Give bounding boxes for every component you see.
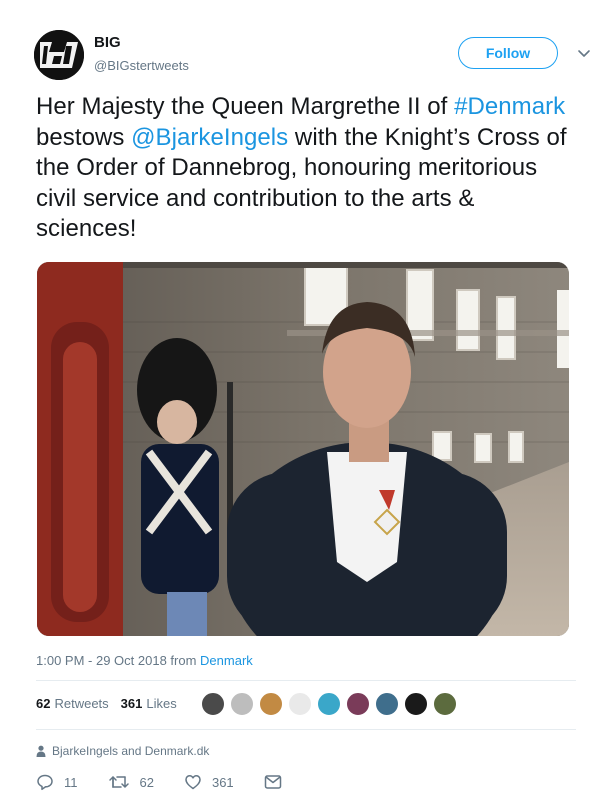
tweet-timestamp: 1:00 PM - 29 Oct 2018 from Denmark — [36, 653, 253, 668]
context-text[interactable]: BjarkeIngels and Denmark.dk — [52, 744, 209, 758]
photo-image — [37, 262, 569, 636]
liker-avatar[interactable] — [375, 692, 399, 716]
like-action[interactable]: 361 — [184, 773, 234, 791]
account-name[interactable]: BIG — [94, 34, 121, 51]
liker-avatars — [201, 691, 462, 717]
retweet-action[interactable]: 62 — [108, 773, 154, 791]
liker-avatar[interactable] — [288, 692, 312, 716]
tweet-actions: 11 62 361 — [36, 772, 322, 792]
liker-avatar[interactable] — [433, 692, 457, 716]
liker-avatar[interactable] — [404, 692, 428, 716]
likes-count: 361 — [120, 696, 143, 711]
likes-stat[interactable]: 361 Likes — [121, 696, 177, 711]
tweet-photo[interactable] — [37, 262, 569, 636]
liker-avatar[interactable] — [317, 692, 341, 716]
divider — [36, 729, 576, 730]
liker-avatar[interactable] — [346, 692, 370, 716]
tweet-header: BIG @BIGstertweets Follow — [34, 28, 594, 80]
retweets-stat[interactable]: 62 Retweets — [36, 696, 109, 711]
liker-avatar[interactable] — [201, 692, 225, 716]
chevron-down-icon[interactable] — [574, 43, 594, 63]
direct-message-action[interactable] — [264, 774, 292, 790]
retweet-icon — [108, 776, 129, 788]
divider — [36, 680, 576, 681]
tweet-text-segment: bestows — [36, 123, 132, 151]
message-icon — [264, 775, 281, 789]
reply-action[interactable]: 11 — [36, 773, 78, 791]
context-line: BjarkeIngels and Denmark.dk — [36, 744, 209, 758]
liker-avatar[interactable] — [230, 692, 254, 716]
heart-icon — [185, 775, 201, 790]
tweet-text: Her Majesty the Queen Margrethe II of #D… — [36, 92, 576, 245]
liker-avatar[interactable] — [259, 692, 283, 716]
tweet-stats: 62 Retweets 361 Likes — [36, 696, 189, 711]
hashtag-link-denmark[interactable]: #Denmark — [454, 93, 565, 120]
location-link[interactable]: Denmark — [200, 653, 253, 668]
reply-icon — [37, 774, 53, 791]
account-avatar[interactable] — [34, 30, 84, 80]
account-handle[interactable]: @BIGstertweets — [94, 58, 189, 73]
person-icon — [36, 745, 46, 757]
reply-count: 11 — [64, 774, 78, 790]
follow-button[interactable]: Follow — [458, 37, 558, 69]
retweets-count: 62 — [36, 696, 51, 711]
tweet-text-segment: Her Majesty the Queen Margrethe II of — [36, 93, 455, 120]
retweet-count: 62 — [139, 774, 154, 790]
like-count: 361 — [211, 774, 234, 790]
mention-link-bjarkeingels[interactable]: @BjarkeIngels — [131, 124, 288, 151]
timestamp-time[interactable]: 1:00 PM - 29 Oct 2018 from — [36, 653, 200, 668]
likes-label: Likes — [146, 696, 177, 711]
retweets-label: Retweets — [54, 696, 109, 711]
yes-is-more-logo — [34, 30, 84, 80]
